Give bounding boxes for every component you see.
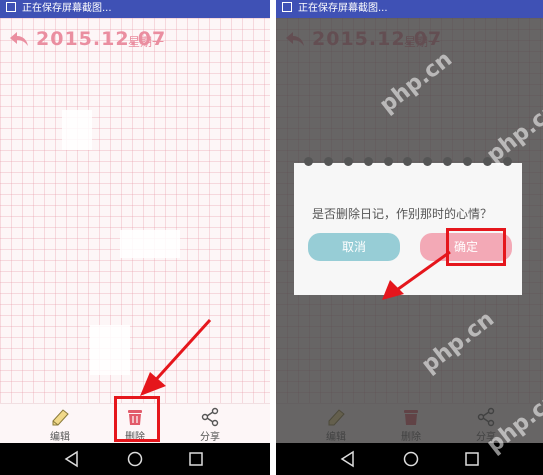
- diary-header: 2015.12.07 星期一: [0, 18, 270, 62]
- share-button[interactable]: 分享: [180, 404, 240, 444]
- nav-back-icon[interactable]: [62, 449, 82, 469]
- blurred-content: [120, 230, 180, 258]
- nav-back-icon[interactable]: [338, 449, 358, 469]
- annotation-arrow-icon: [382, 250, 451, 300]
- screenshot-icon: [282, 2, 292, 12]
- delete-highlight-box: [114, 396, 160, 442]
- status-text: 正在保存屏幕截图...: [22, 3, 112, 14]
- annotation-arrow-icon: [140, 318, 212, 396]
- edit-label: 编辑: [50, 432, 70, 443]
- blurred-content: [62, 110, 92, 150]
- edit-icon: [52, 409, 69, 426]
- notebook-holes: [304, 157, 512, 169]
- status-text: 正在保存屏幕截图...: [298, 3, 388, 14]
- blurred-content: [90, 325, 130, 375]
- android-nav-bar: [276, 443, 543, 475]
- dialog-message: 是否删除日记，作别那时的心情？: [312, 207, 493, 221]
- share-icon: [201, 407, 219, 427]
- status-bar: 正在保存屏幕截图...: [0, 0, 270, 18]
- screenshot-icon: [6, 2, 16, 12]
- back-arrow-icon[interactable]: [8, 30, 30, 48]
- status-bar: 正在保存屏幕截图...: [276, 0, 543, 18]
- phone-screen-dialog: 正在保存屏幕截图... 2015.12.07 星期一 编辑 删除: [276, 0, 543, 475]
- share-label: 分享: [200, 432, 220, 443]
- nav-home-icon[interactable]: [401, 449, 421, 469]
- edit-button[interactable]: 编辑: [30, 404, 90, 444]
- diary-weekday: 星期一: [128, 35, 165, 49]
- nav-home-icon[interactable]: [125, 449, 145, 469]
- nav-recents-icon[interactable]: [462, 449, 482, 469]
- phone-screen-diary: 正在保存屏幕截图... 2015.12.07 星期一 编辑 删除 分享: [0, 0, 270, 475]
- android-nav-bar: [0, 443, 270, 475]
- nav-recents-icon[interactable]: [186, 449, 206, 469]
